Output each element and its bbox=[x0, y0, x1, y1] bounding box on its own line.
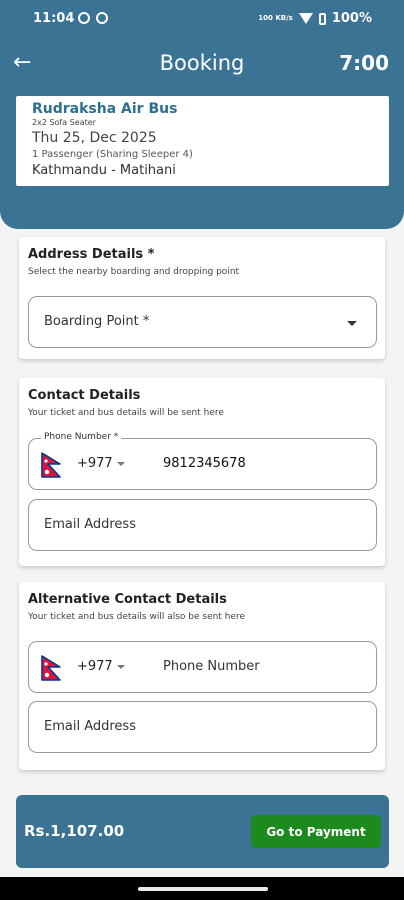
contact-title: Contact Details bbox=[28, 388, 141, 403]
phone-number-value: 9812345678 bbox=[163, 456, 246, 471]
network-speed: 100 KB/s bbox=[258, 14, 293, 22]
country-code-dropdown-icon[interactable] bbox=[117, 462, 125, 466]
battery-level: 100% bbox=[331, 11, 372, 26]
dropdown-arrow-icon bbox=[347, 321, 357, 326]
phone-number-field[interactable]: Phone Number * +977 9812345678 bbox=[28, 432, 377, 490]
address-title: Address Details * bbox=[28, 247, 155, 262]
notification-icons bbox=[78, 12, 108, 24]
address-subtitle: Select the nearby boarding and dropping … bbox=[28, 267, 240, 277]
status-bar: 11:04 100 KB/s 100% bbox=[0, 0, 404, 40]
contact-details-card: Contact Details Your ticket and bus deta… bbox=[19, 378, 385, 566]
status-right: 100 KB/s 100% bbox=[258, 11, 372, 26]
country-code[interactable]: +977 bbox=[77, 456, 113, 471]
alt-country-code[interactable]: +977 bbox=[77, 659, 113, 674]
alt-contact-title: Alternative Contact Details bbox=[28, 592, 227, 607]
alt-contact-subtitle: Your ticket and bus details will also be… bbox=[28, 612, 245, 622]
email-address-field[interactable]: Email Address bbox=[28, 499, 377, 551]
passenger-info: 1 Passenger (Sharing Sleeper 4) bbox=[32, 149, 193, 160]
checkout-footer: Rs.1,107.00 Go to Payment bbox=[16, 795, 389, 868]
address-details-card: Address Details * Select the nearby boar… bbox=[19, 237, 385, 359]
seat-type: 2x2 Sofa Seater bbox=[32, 118, 96, 127]
boarding-point-placeholder: Boarding Point * bbox=[44, 314, 150, 329]
total-price: Rs.1,107.00 bbox=[24, 822, 125, 840]
app-bar: ← Booking 7:00 bbox=[0, 48, 404, 82]
alternative-contact-card: Alternative Contact Details Your ticket … bbox=[19, 582, 385, 770]
country-code-dropdown-icon[interactable] bbox=[117, 665, 125, 669]
go-to-payment-button[interactable]: Go to Payment bbox=[251, 815, 381, 848]
bus-name: Rudraksha Air Bus bbox=[32, 101, 178, 117]
tiktok-icon bbox=[96, 12, 108, 24]
alt-phone-number-field[interactable]: +977 Phone Number bbox=[28, 641, 377, 693]
contact-subtitle: Your ticket and bus details will be sent… bbox=[28, 408, 224, 418]
notification-icon bbox=[78, 12, 90, 24]
route: Kathmandu - Matihani bbox=[32, 163, 176, 178]
boarding-point-dropdown[interactable]: Boarding Point * bbox=[28, 296, 377, 348]
battery-icon bbox=[318, 12, 326, 25]
countdown-timer: 7:00 bbox=[339, 51, 389, 75]
nepal-flag-icon[interactable] bbox=[40, 655, 62, 681]
system-nav-bar bbox=[0, 877, 404, 900]
alt-phone-placeholder: Phone Number bbox=[163, 659, 260, 674]
nepal-flag-icon[interactable] bbox=[40, 452, 62, 478]
alt-email-placeholder: Email Address bbox=[44, 719, 136, 734]
phone-number-label: Phone Number * bbox=[41, 432, 122, 442]
travel-date: Thu 25, Dec 2025 bbox=[32, 130, 157, 146]
trip-summary-card: Rudraksha Air Bus 2x2 Sofa Seater Thu 25… bbox=[16, 96, 389, 186]
email-placeholder: Email Address bbox=[44, 517, 136, 532]
home-gesture-handle[interactable] bbox=[138, 887, 268, 891]
status-time: 11:04 bbox=[33, 11, 75, 26]
header-bar: 11:04 100 KB/s 100% ← Booking 7:00 Rudra… bbox=[0, 0, 404, 229]
alt-email-address-field[interactable]: Email Address bbox=[28, 701, 377, 753]
wifi-icon bbox=[298, 13, 313, 24]
